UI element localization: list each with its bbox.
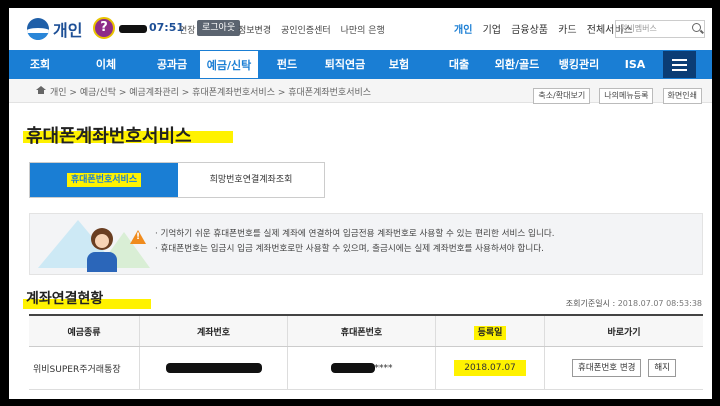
account-link-table: 예금종류 계좌번호 휴대폰번호 등록일 바로가기 위비SUPER주거래통장 **…	[29, 314, 703, 390]
top-link-my-bank[interactable]: 나만의 은행	[341, 26, 385, 36]
menu-icon[interactable]	[663, 51, 696, 78]
help-icon[interactable]: ?	[93, 17, 115, 39]
nav-item-deposit[interactable]: 예금/신탁	[199, 50, 259, 79]
warning-icon	[130, 230, 146, 244]
col-header-account: 계좌번호	[139, 314, 288, 347]
tab-phone-service[interactable]: 휴대폰번호서비스	[30, 163, 178, 197]
phone-masked-suffix: ****	[374, 363, 393, 374]
cell-actions: 휴대폰번호 변경 해지	[544, 346, 703, 390]
nav-item-inquiry[interactable]: 조회	[17, 50, 63, 79]
zoom-button[interactable]: 축소/확대보기	[533, 88, 591, 104]
print-button[interactable]: 화면인쇄	[662, 88, 702, 104]
nav-item-utility[interactable]: 공과금	[147, 50, 197, 79]
breadcrumb-path: 개인 > 예금/신탁 > 예금계좌관리 > 휴대폰계좌번호서비스 > 휴대폰계좌…	[50, 88, 372, 98]
redacted-username	[119, 25, 147, 33]
segment-card[interactable]: 카드	[558, 25, 576, 36]
page-title: 휴대폰계좌번호서비스	[26, 126, 192, 147]
cell-account-number	[139, 346, 288, 390]
tab-wish-number-lookup[interactable]: 희망번호연결계좌조회	[178, 163, 324, 197]
search-input[interactable]: 위비멤버스	[615, 20, 705, 38]
top-bar: 개인 ? 07:51 연장 로그아웃 정보변경 공인인증센터 나만의 은행 개인…	[9, 8, 712, 50]
reference-time-label: 조회기준일시 :	[565, 299, 616, 308]
cell-phone-number: ****	[287, 346, 436, 390]
search-placeholder: 위비멤버스	[620, 24, 657, 33]
col-header-phone-label: 휴대폰번호	[340, 327, 383, 338]
tab-phone-service-label: 휴대폰번호서비스	[66, 173, 142, 187]
top-link-cert-center[interactable]: 공인인증센터	[281, 26, 331, 36]
nav-item-insurance[interactable]: 보험	[379, 50, 419, 79]
search-icon[interactable]	[692, 23, 701, 32]
nav-item-banking-mgmt[interactable]: 뱅킹관리	[549, 50, 609, 79]
my-menu-button[interactable]: 나의메뉴등록	[599, 88, 654, 104]
nav-item-pension[interactable]: 퇴직연금	[315, 50, 375, 79]
bank-logo-icon[interactable]	[27, 18, 49, 40]
info-illustration	[38, 220, 150, 272]
info-line: 휴대폰번호는 입금시 입금 계좌번호로만 사용할 수 있으며, 출금시에는 실제…	[155, 242, 555, 257]
reference-time: 조회기준일시 : 2018.07.07 08:53:38	[566, 298, 702, 309]
top-link-info-change[interactable]: 정보변경	[238, 26, 271, 36]
info-list: 기억하기 쉬운 휴대폰번호를 실제 계좌에 연결하여 입금전용 계좌번호로 사용…	[155, 227, 555, 257]
nav-item-forex[interactable]: 외환/골드	[489, 50, 545, 79]
col-header-shortcut: 바로가기	[544, 314, 703, 347]
redacted-phone-number	[330, 362, 375, 373]
table-row: 위비SUPER주거래통장 **** 2018.07.07 휴대폰번호 변경 해지	[29, 346, 703, 390]
nav-item-transfer[interactable]: 이체	[83, 50, 129, 79]
cancel-service-button[interactable]: 해지	[648, 359, 676, 377]
home-icon[interactable]	[36, 86, 46, 94]
segment-personal[interactable]: 개인	[454, 25, 472, 36]
info-line: 기억하기 쉬운 휴대폰번호를 실제 계좌에 연결하여 입금전용 계좌번호로 사용…	[155, 227, 554, 242]
info-box: 기억하기 쉬운 휴대폰번호를 실제 계좌에 연결하여 입금전용 계좌번호로 사용…	[29, 213, 703, 275]
segment-business[interactable]: 기업	[483, 25, 501, 36]
logout-button[interactable]: 로그아웃	[197, 20, 241, 36]
change-phone-button[interactable]: 휴대폰번호 변경	[572, 359, 642, 377]
page-frame: 개인 ? 07:51 연장 로그아웃 정보변경 공인인증센터 나만의 은행 개인…	[9, 8, 712, 399]
col-header-phone: 휴대폰번호	[287, 314, 436, 347]
top-links: 정보변경 공인인증센터 나만의 은행	[238, 23, 392, 36]
nav-item-fund[interactable]: 펀드	[267, 50, 307, 79]
tab-bar: 휴대폰번호서비스 희망번호연결계좌조회	[29, 162, 325, 198]
nav-item-isa[interactable]: ISA	[615, 50, 655, 79]
section-title: 계좌연결현황	[26, 291, 104, 307]
brand-label: 개인	[53, 21, 83, 40]
reference-time-value: 2018.07.07 08:53:38	[617, 299, 702, 308]
cell-account-type: 위비SUPER주거래통장	[29, 346, 140, 390]
segment-products[interactable]: 금융상품	[511, 25, 548, 36]
col-header-type: 예금종류	[29, 314, 140, 347]
col-header-date-label: 등록일	[473, 325, 507, 340]
breadcrumb: 개인 > 예금/신탁 > 예금계좌관리 > 휴대폰계좌번호서비스 > 휴대폰계좌…	[9, 79, 712, 104]
breadcrumb-actions: 축소/확대보기 나의메뉴등록 화면인쇄	[529, 83, 702, 104]
extend-session-link[interactable]: 연장	[179, 23, 196, 36]
main-nav: 조회 이체 공과금 예금/신탁 펀드 퇴직연금 보험 대출 외환/골드 뱅킹관리…	[9, 50, 712, 79]
segment-links: 개인 기업 금융상품 카드 전체서비스	[454, 21, 640, 36]
col-header-date: 등록일	[435, 314, 545, 347]
register-date-value: 2018.07.07	[454, 360, 526, 376]
nav-item-loan[interactable]: 대출	[439, 50, 479, 79]
redacted-account-number	[165, 362, 262, 373]
cell-register-date: 2018.07.07	[435, 346, 545, 390]
